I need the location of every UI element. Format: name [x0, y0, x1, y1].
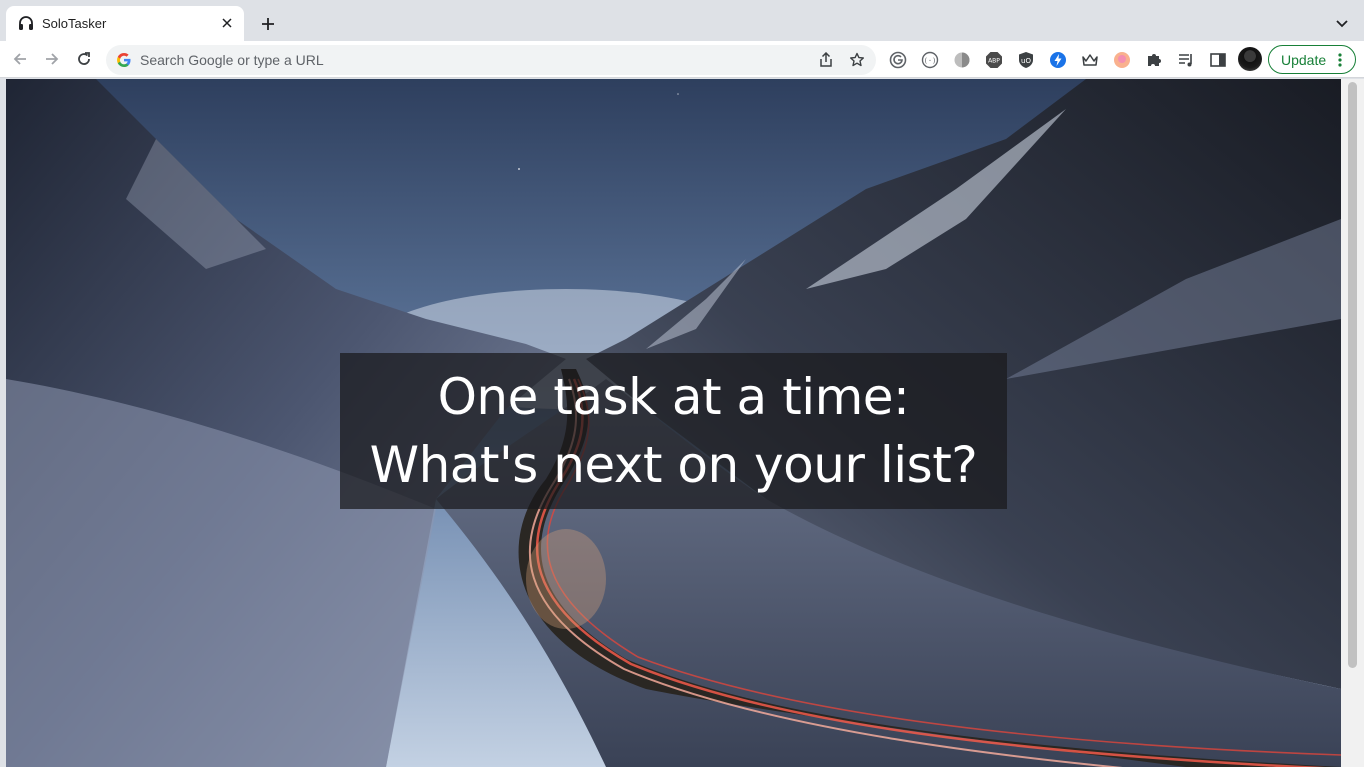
share-icon[interactable] [817, 51, 835, 69]
update-label: Update [1281, 51, 1327, 68]
close-tab-icon[interactable] [218, 14, 236, 32]
chevron-down-icon[interactable] [1332, 14, 1352, 34]
tab-strip: SoloTasker [0, 0, 1364, 41]
svg-text:(·): (·) [924, 57, 937, 65]
side-panel-icon[interactable] [1208, 50, 1228, 70]
new-tab-icon[interactable] [256, 12, 280, 36]
svg-text:uO: uO [1021, 57, 1031, 65]
active-tab[interactable]: SoloTasker [6, 6, 244, 41]
back-arrow-icon[interactable] [8, 47, 32, 71]
lightning-icon[interactable] [1048, 50, 1068, 70]
search-input[interactable]: Search Google or type a URL [140, 52, 324, 68]
google-icon [116, 52, 132, 68]
ublock-icon[interactable]: uO [1016, 50, 1036, 70]
page-viewport: One task at a time: What's next on your … [6, 79, 1341, 767]
grammarly-icon[interactable] [888, 50, 908, 70]
adblock-icon[interactable]: ABP [984, 50, 1004, 70]
dark-mode-icon[interactable] [952, 50, 972, 70]
reading-list-icon[interactable] [1176, 50, 1196, 70]
tab-title: SoloTasker [42, 16, 107, 31]
scrollbar-thumb[interactable] [1348, 82, 1357, 668]
headphones-icon [18, 15, 34, 31]
puzzle-icon[interactable] [1144, 50, 1164, 70]
crown-icon[interactable] [1080, 50, 1100, 70]
update-button[interactable]: Update [1268, 45, 1356, 74]
page-headline: One task at a time: What's next on your … [369, 368, 978, 494]
browser-toolbar: Search Google or type a URL (·) ABP uO U… [0, 41, 1364, 78]
svg-text:ABP: ABP [988, 58, 1000, 65]
profile-avatar[interactable] [1238, 47, 1262, 71]
forward-arrow-icon[interactable] [40, 47, 64, 71]
bookmark-star-icon[interactable] [848, 51, 866, 69]
headline-overlay: One task at a time: What's next on your … [340, 353, 1007, 509]
vertical-scrollbar[interactable] [1341, 79, 1364, 767]
address-bar[interactable]: Search Google or type a URL [106, 45, 876, 75]
peach-icon[interactable] [1112, 50, 1132, 70]
more-vertical-icon [1333, 52, 1347, 68]
code-icon[interactable]: (·) [920, 50, 940, 70]
reload-icon[interactable] [72, 47, 96, 71]
